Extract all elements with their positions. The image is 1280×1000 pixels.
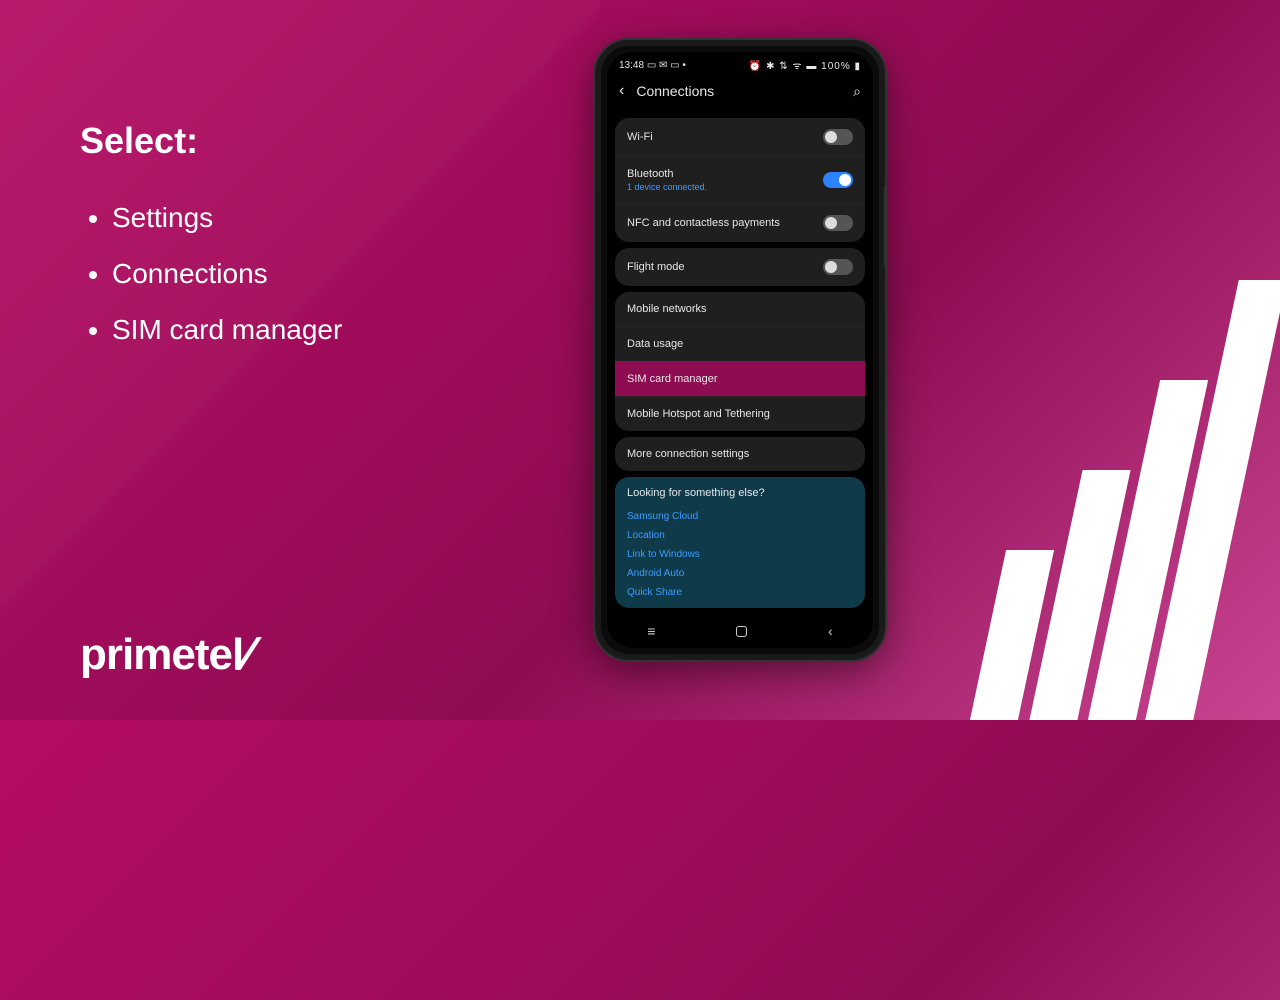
row-label: SIM card manager [627,373,853,385]
row-label: Mobile networks [627,303,853,315]
page-title: Connections [636,83,841,99]
row-label: Data usage [627,338,853,350]
row-more-connection[interactable]: More connection settings [615,437,865,471]
row-label: NFC and contactless payments [627,217,823,229]
flight-mode-toggle[interactable] [823,259,853,275]
back-icon[interactable]: ‹ [619,82,624,100]
nfc-toggle[interactable] [823,215,853,231]
status-bar: 13:48 ▭ ✉ ▭ • ⏰ ✱ ⇅ ᯤ ▬ 100% ▮ [607,52,873,74]
instruction-item: Connections [112,246,342,302]
row-label: More connection settings [627,448,853,460]
row-bluetooth[interactable]: Bluetooth 1 device connected. [615,156,865,203]
suggestion-link[interactable]: Location [627,526,853,545]
search-icon[interactable]: ⌕ [853,83,861,100]
row-label: Flight mode [627,261,823,273]
phone-frame: 13:48 ▭ ✉ ▭ • ⏰ ✱ ⇅ ᯤ ▬ 100% ▮ ‹ Connect… [595,40,885,660]
suggestion-link[interactable]: Quick Share [627,583,853,602]
phone-screen: 13:48 ▭ ✉ ▭ • ⏰ ✱ ⇅ ᯤ ▬ 100% ▮ ‹ Connect… [607,52,873,648]
row-wifi[interactable]: Wi-Fi [615,118,865,156]
wifi-toggle[interactable] [823,129,853,145]
status-right-icons: ⏰ ✱ ⇅ ᯤ ▬ 100% ▮ [749,58,861,72]
settings-group-wireless: Wi-Fi Bluetooth 1 device connected. NFC … [615,118,865,242]
settings-header: ‹ Connections ⌕ [607,74,873,112]
row-mobile-networks[interactable]: Mobile networks [615,292,865,326]
status-time: 13:48 ▭ ✉ ▭ • [619,60,686,71]
instructions-heading: Select: [80,120,342,162]
row-nfc[interactable]: NFC and contactless payments [615,203,865,242]
brand-logo: primetel/ [80,630,254,680]
suggestion-link[interactable]: Android Auto [627,564,853,583]
row-flight-mode[interactable]: Flight mode [615,248,865,286]
row-hotspot[interactable]: Mobile Hotspot and Tethering [615,396,865,431]
row-sim-card-manager[interactable]: SIM card manager [615,361,865,396]
bluetooth-toggle[interactable] [823,172,853,188]
suggestion-link[interactable]: Link to Windows [627,545,853,564]
back-nav-icon[interactable]: ‹ [828,623,833,639]
row-label: Bluetooth [627,168,823,180]
settings-group-flight: Flight mode [615,248,865,286]
recents-icon[interactable]: ≡ [647,623,655,639]
suggestion-link[interactable]: Samsung Cloud [627,507,853,526]
row-label: Wi-Fi [627,131,823,143]
row-data-usage[interactable]: Data usage [615,326,865,361]
settings-group-network: Mobile networks Data usage SIM card mana… [615,292,865,431]
instructions-list: Settings Connections SIM card manager [80,190,342,358]
instructions-panel: Select: Settings Connections SIM card ma… [80,120,342,358]
instruction-item: Settings [112,190,342,246]
status-left-icons: ▭ ✉ ▭ • [647,60,686,71]
suggestions-heading: Looking for something else? [627,487,853,499]
suggestions-panel: Looking for something else? Samsung Clou… [615,477,865,608]
home-icon[interactable] [736,626,747,637]
instruction-item: SIM card manager [112,302,342,358]
android-nav-bar: ≡ ‹ [607,618,873,644]
settings-group-more: More connection settings [615,437,865,471]
row-subtitle: 1 device connected. [627,182,823,192]
signal-bars-graphic [988,280,1240,720]
row-label: Mobile Hotspot and Tethering [627,408,853,420]
